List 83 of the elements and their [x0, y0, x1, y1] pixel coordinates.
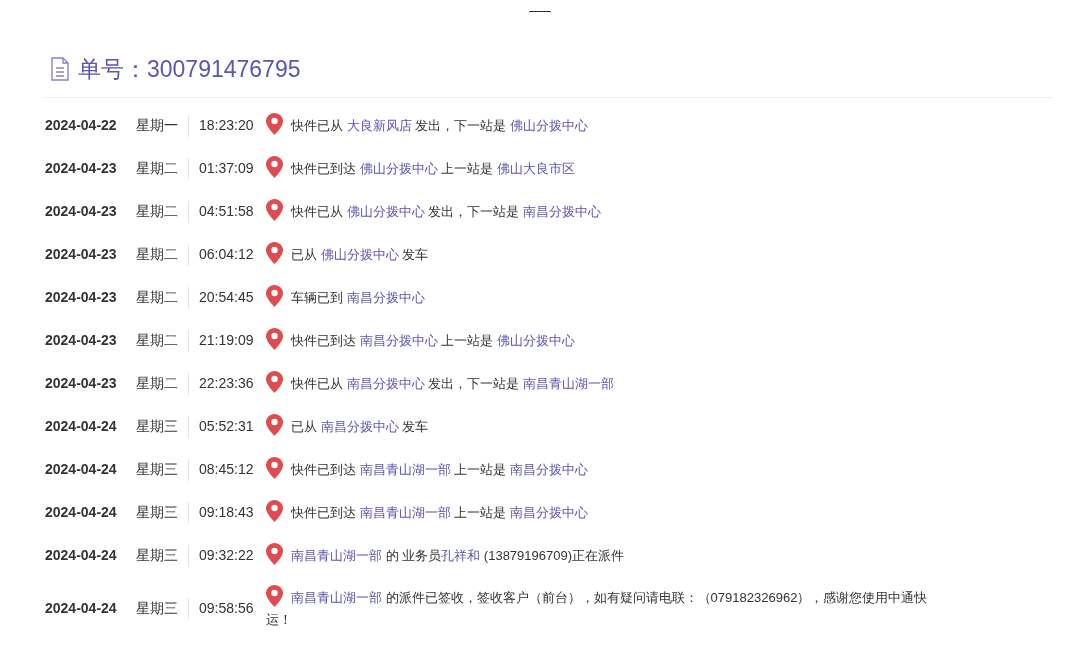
event-weekday: 星期三 — [136, 417, 179, 436]
place-name: 大良新风店 — [346, 117, 412, 133]
place-name: 南昌分拨中心 — [346, 375, 425, 391]
location-pin-icon — [266, 543, 283, 566]
place-name: 南昌青山湖一部 — [522, 375, 614, 391]
event-weekday: 星期二 — [136, 374, 179, 393]
event-weekday: 星期二 — [136, 202, 179, 221]
event-time: 09:18:43 — [199, 503, 255, 522]
location-pin-icon — [266, 156, 283, 179]
tracking-number: 300791476795 — [147, 55, 301, 84]
event-message: 快件已到达 南昌青山湖一部 上一站是 南昌分拨中心 — [266, 501, 588, 524]
event-time: 22:23:36 — [199, 374, 255, 393]
location-pin-icon — [266, 285, 283, 308]
event-weekday: 星期三 — [136, 503, 179, 522]
event-time: 08:45:12 — [199, 460, 255, 479]
event-weekday: 星期一 — [136, 116, 179, 135]
location-pin-icon — [266, 328, 283, 351]
event-date: 2024-04-23 — [45, 374, 118, 393]
place-name: 佛山分拨中心 — [509, 117, 588, 133]
event-time: 04:51:58 — [199, 202, 255, 221]
event-date: 2024-04-24 — [45, 460, 118, 479]
place-name: 南昌青山湖一部 — [291, 547, 382, 563]
event-time: 20:54:45 — [199, 288, 255, 307]
event-date: 2024-04-22 — [45, 116, 118, 135]
tracking-label: 单号： — [78, 55, 147, 84]
event-weekday: 星期三 — [136, 460, 179, 479]
event-message: 快件已从 大良新风店 发出，下一站是 佛山分拨中心 — [266, 114, 588, 137]
event-weekday: 星期三 — [136, 599, 179, 618]
event-message: 南昌青山湖一部 的 业务员孔祥和 (13879196709)正在派件 — [266, 544, 625, 567]
place-name: 佛山分拨中心 — [359, 160, 438, 176]
event-message: 快件已从 南昌分拨中心 发出，下一站是 南昌青山湖一部 — [266, 372, 614, 395]
event-date: 2024-04-23 — [45, 331, 118, 350]
place-name: 南昌分拨中心 — [346, 289, 425, 305]
place-name: 佛山大良市区 — [496, 160, 575, 176]
location-pin-icon — [266, 113, 283, 136]
location-pin-icon — [266, 371, 283, 394]
document-icon — [50, 57, 70, 82]
place-name: 南昌分拨中心 — [509, 461, 588, 477]
event-weekday: 星期二 — [136, 245, 179, 264]
event-message: 快件已到达 佛山分拨中心 上一站是 佛山大良市区 — [266, 157, 575, 180]
event-time: 18:23:20 — [199, 116, 255, 135]
event-date: 2024-04-23 — [45, 288, 118, 307]
event-date: 2024-04-24 — [45, 599, 118, 618]
place-name: 佛山分拨中心 — [320, 246, 399, 262]
event-weekday: 星期二 — [136, 159, 179, 178]
event-time: 06:04:12 — [199, 245, 255, 264]
event-time: 21:19:09 — [199, 331, 255, 350]
event-message: 快件已到达 南昌分拨中心 上一站是 佛山分拨中心 — [266, 329, 575, 352]
location-pin-icon — [266, 242, 283, 265]
event-weekday: 星期二 — [136, 331, 179, 350]
place-name: 佛山分拨中心 — [346, 203, 425, 219]
event-message: 已从 佛山分拨中心 发车 — [266, 243, 429, 266]
event-message: 快件已从 佛山分拨中心 发出，下一站是 南昌分拨中心 — [266, 200, 601, 223]
event-date: 2024-04-23 — [45, 159, 118, 178]
place-name: 南昌分拨中心 — [522, 203, 601, 219]
place-name: 南昌分拨中心 — [320, 418, 399, 434]
location-pin-icon — [266, 500, 283, 523]
event-date: 2024-04-23 — [45, 245, 118, 264]
place-name: 南昌青山湖一部 — [359, 504, 451, 520]
event-time: 01:37:09 — [199, 159, 255, 178]
place-name: 佛山分拨中心 — [496, 332, 575, 348]
event-date: 2024-04-24 — [45, 417, 118, 436]
location-pin-icon — [266, 414, 283, 437]
event-message: 车辆已到 南昌分拨中心 — [266, 286, 425, 309]
place-name: 南昌分拨中心 — [509, 504, 588, 520]
event-message: 已从 南昌分拨中心 发车 — [266, 415, 429, 438]
event-weekday: 星期二 — [136, 288, 179, 307]
location-pin-icon — [266, 585, 283, 608]
place-name: 南昌青山湖一部 — [359, 461, 451, 477]
location-pin-icon — [266, 199, 283, 222]
place-name: 南昌分拨中心 — [359, 332, 438, 348]
event-date: 2024-04-24 — [45, 503, 118, 522]
event-weekday: 星期三 — [136, 546, 179, 565]
event-message: 南昌青山湖一部 的派件已签收，签收客户（前台），如有疑问请电联：（079182326962），感谢您使用中通快运！ — [266, 586, 938, 631]
place-name: 孔祥和 — [441, 547, 481, 563]
event-date: 2024-04-24 — [45, 546, 118, 565]
place-name: 南昌青山湖一部 — [291, 589, 382, 605]
event-message: 快件已到达 南昌青山湖一部 上一站是 南昌分拨中心 — [266, 458, 588, 481]
event-time: 09:58:56 — [199, 599, 255, 618]
event-time: 05:52:31 — [199, 417, 255, 436]
location-pin-icon — [266, 457, 283, 480]
event-time: 09:32:22 — [199, 546, 255, 565]
event-date: 2024-04-23 — [45, 202, 118, 221]
